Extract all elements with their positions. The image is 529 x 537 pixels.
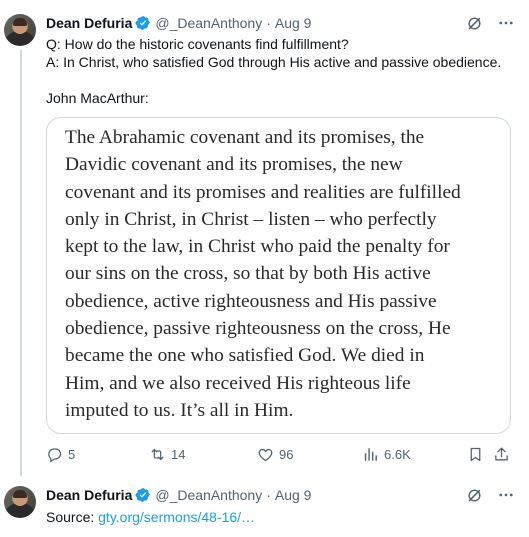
tweet-text-line: A: In Christ, who satisfied God through … bbox=[46, 54, 502, 70]
tweet-text-line: Q: How do the historic covenants find fu… bbox=[46, 36, 349, 52]
like-icon bbox=[258, 448, 273, 462]
views-icon bbox=[364, 448, 377, 461]
grok-icon[interactable] bbox=[465, 14, 483, 32]
separator-dot: · bbox=[266, 487, 271, 503]
tweet-header: Dean Defuria @_DeanAnthony · Aug 9 bbox=[46, 486, 311, 504]
source-label: Source: bbox=[46, 509, 95, 525]
verified-badge-icon bbox=[135, 487, 151, 503]
repost-button[interactable]: 14 bbox=[149, 446, 185, 463]
tweet-text: Q: How do the historic covenants find fu… bbox=[46, 35, 516, 107]
share-button[interactable] bbox=[493, 446, 510, 463]
avatar[interactable] bbox=[4, 14, 36, 46]
action-bar: 5 14 96 6.6K bbox=[46, 446, 516, 466]
header-actions bbox=[465, 486, 515, 504]
repost-icon bbox=[151, 448, 164, 461]
quote-line: Him, and we also received His righteous … bbox=[65, 372, 411, 394]
quote-line: became the one who satisfied God. We die… bbox=[65, 345, 425, 367]
like-count: 96 bbox=[279, 447, 294, 462]
tweet-text: Source: gty.org/sermons/48-16/… bbox=[46, 508, 255, 526]
post-date[interactable]: Aug 9 bbox=[275, 14, 312, 32]
tweet[interactable]: Dean Defuria @_DeanAnthony · Aug 9 Sourc… bbox=[0, 476, 529, 537]
reply-count: 5 bbox=[68, 447, 76, 462]
separator-dot: · bbox=[266, 15, 271, 31]
verified-badge-icon bbox=[135, 15, 151, 31]
tweet[interactable]: Dean Defuria @_DeanAnthony · Aug 9 Q: Ho… bbox=[0, 0, 529, 476]
author-name[interactable]: Dean Defuria bbox=[46, 486, 132, 504]
quote-line: obedience, passive righteousness on the … bbox=[65, 318, 451, 340]
quote-attribution: John MacArthur: bbox=[46, 90, 149, 106]
tweet-header: Dean Defuria @_DeanAnthony · Aug 9 bbox=[46, 14, 311, 32]
quote-image-card[interactable]: The Abrahamic covenant and its promises,… bbox=[46, 117, 511, 434]
bookmark-button[interactable] bbox=[467, 446, 484, 463]
quote-text: The Abrahamic covenant and its promises,… bbox=[65, 124, 498, 424]
header-actions bbox=[465, 14, 515, 32]
quote-line: only in Christ, in Christ – listen – who… bbox=[65, 208, 437, 230]
repost-count: 14 bbox=[171, 447, 186, 462]
like-button[interactable]: 96 bbox=[257, 446, 293, 463]
author-name[interactable]: Dean Defuria bbox=[46, 14, 132, 32]
author-handle[interactable]: @_DeanAnthony bbox=[155, 486, 262, 504]
source-link[interactable]: gty.org/sermons/48-16/… bbox=[98, 509, 255, 525]
quote-line: Davidic covenant and its promises, the n… bbox=[65, 154, 403, 176]
quote-line: The Abrahamic covenant and its promises,… bbox=[65, 127, 425, 148]
reply-button[interactable]: 5 bbox=[46, 446, 75, 463]
reply-icon bbox=[48, 448, 62, 463]
bookmark-icon bbox=[470, 447, 481, 462]
avatar[interactable] bbox=[4, 486, 36, 518]
post-date[interactable]: Aug 9 bbox=[275, 486, 312, 504]
share-icon bbox=[495, 447, 508, 461]
quote-line: imputed to us. It’s all in Him. bbox=[65, 399, 294, 421]
views-button[interactable]: 6.6K bbox=[362, 446, 411, 463]
view-count: 6.6K bbox=[384, 447, 411, 462]
quote-line: kept to the law, in Christ who paid the … bbox=[65, 236, 450, 258]
grok-icon[interactable] bbox=[465, 486, 483, 504]
more-icon[interactable] bbox=[497, 486, 515, 504]
quote-line: obedience, active righteousness and His … bbox=[65, 290, 437, 312]
quote-line: our sins on the cross, so that by both H… bbox=[65, 263, 431, 285]
quote-line: covenant and its promises and realities … bbox=[65, 181, 461, 203]
author-handle[interactable]: @_DeanAnthony bbox=[155, 14, 262, 32]
more-icon[interactable] bbox=[497, 14, 515, 32]
